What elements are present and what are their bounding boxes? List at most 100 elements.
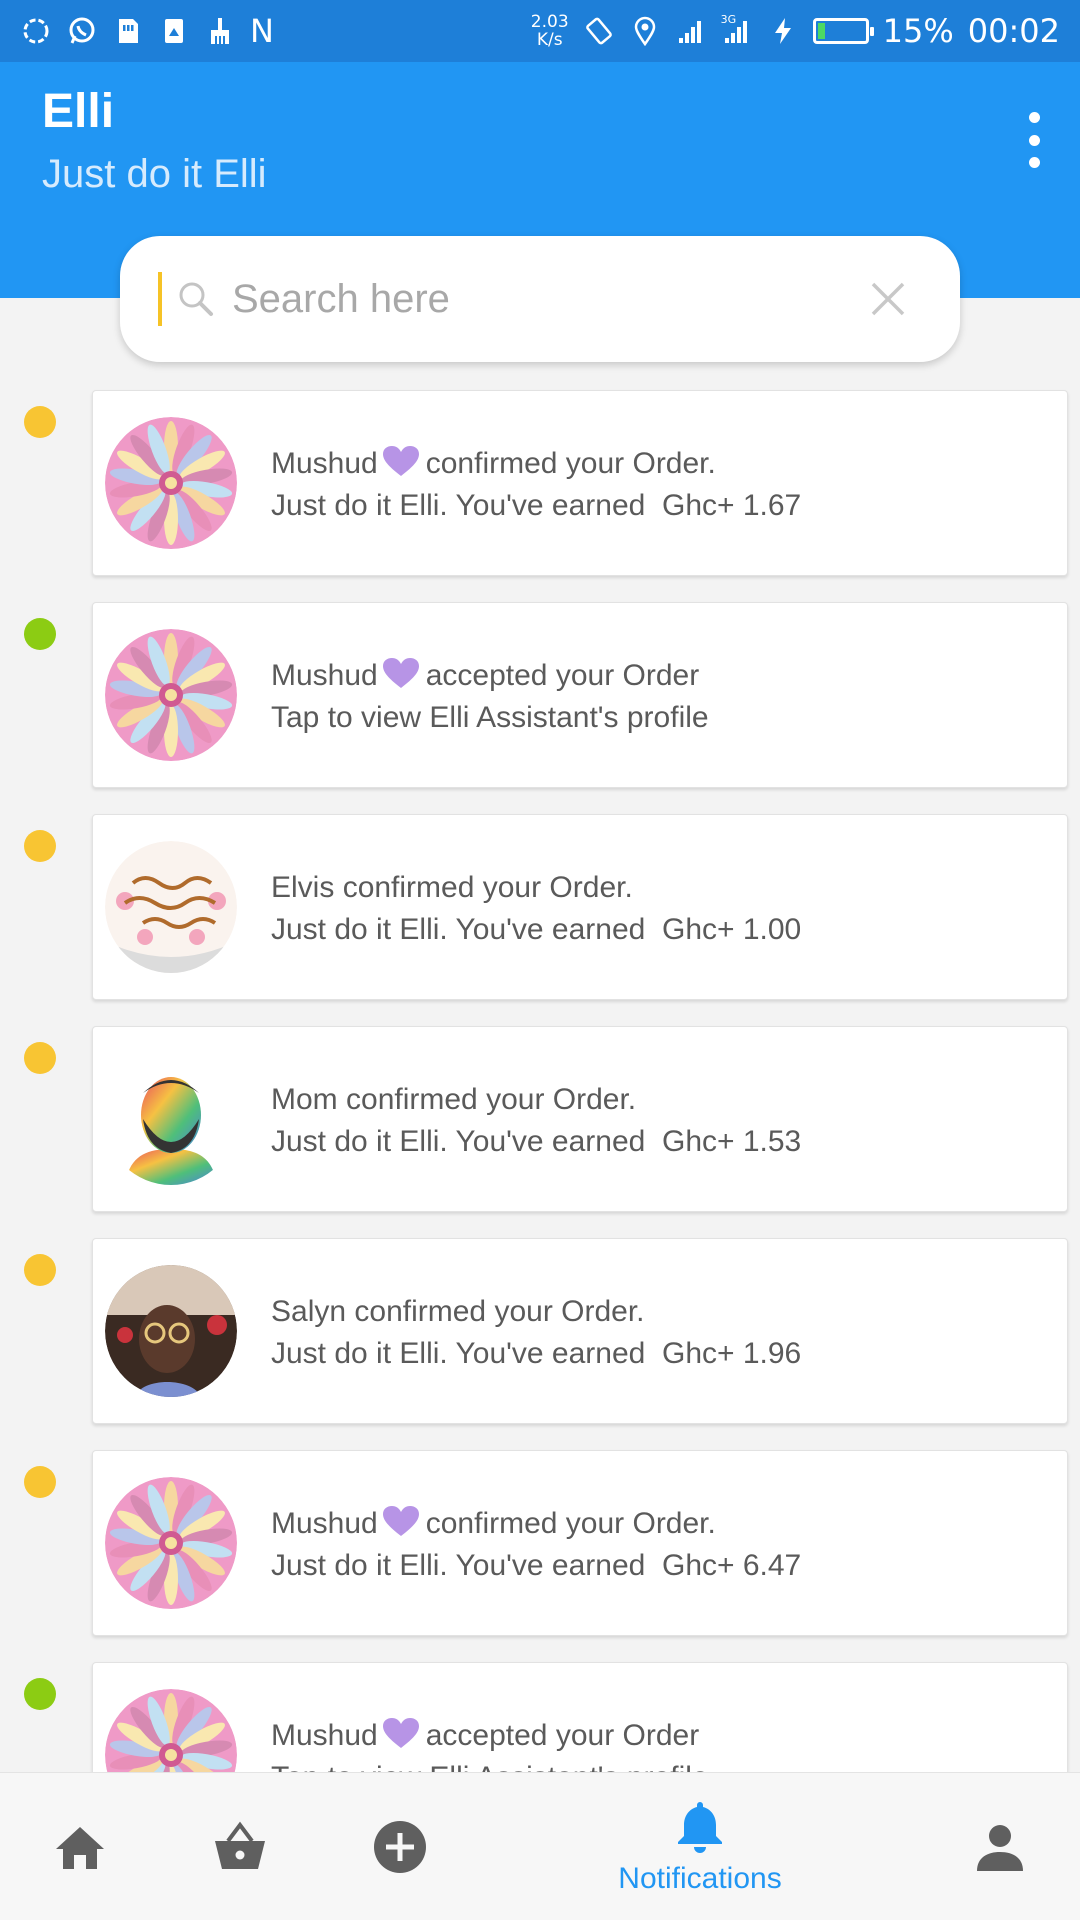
- list-item: Mushud accepted your Order Tap to view Ell…: [0, 1650, 1080, 1772]
- notification-text: Mushud accepted your Order Tap to view Ell…: [271, 655, 709, 739]
- notification-action: confirmed your Order.: [354, 1295, 645, 1328]
- nav-add[interactable]: [360, 1773, 440, 1920]
- list-item: Salyn confirmed your Order. Just do it El…: [0, 1226, 1080, 1424]
- nav-notifications[interactable]: Notifications: [590, 1773, 810, 1920]
- notification-card[interactable]: Mushud accepted your Order Tap to view Ell…: [92, 602, 1068, 788]
- notification-line1: Salyn confirmed your Order.: [271, 1291, 801, 1333]
- add-circle-icon: [374, 1821, 426, 1873]
- app-title: Elli: [42, 85, 115, 138]
- nav-profile[interactable]: [960, 1773, 1040, 1920]
- nav-notifications-label: Notifications: [618, 1862, 782, 1895]
- more-vert-dot: [1028, 134, 1040, 146]
- n-icon: N: [250, 12, 274, 50]
- status-dot: [24, 618, 56, 650]
- avatar: [105, 1053, 237, 1185]
- notification-action: confirmed your Order.: [342, 871, 633, 904]
- notification-text: Mom confirmed your Order. Just do it Elli…: [271, 1079, 801, 1163]
- broom-icon: [204, 15, 236, 47]
- overflow-menu-button[interactable]: [1022, 112, 1046, 168]
- app-subtitle: Just do it Elli: [42, 152, 267, 196]
- close-icon[interactable]: [868, 279, 908, 319]
- notification-action: confirmed your Order.: [425, 447, 716, 480]
- avatar: [105, 841, 237, 973]
- notification-line2: Tap to view Elli Assistant's profile: [271, 1757, 709, 1772]
- sender-name: Elvis: [271, 871, 335, 904]
- heart-icon: [382, 1505, 420, 1537]
- battery-fill: [817, 23, 825, 39]
- sender-name: Mushud: [271, 1507, 378, 1540]
- status-dot: [24, 1466, 56, 1498]
- notification-action: confirmed your Order.: [346, 1083, 637, 1116]
- whatsapp-icon: [66, 15, 98, 47]
- notification-card[interactable]: Elvis confirmed your Order. Just do it El…: [92, 814, 1068, 1000]
- sim-icon: [112, 15, 144, 47]
- notification-text: Salyn confirmed your Order. Just do it El…: [271, 1291, 801, 1375]
- notification-line2: Just do it Elli. You've earned Ghc+ 1.00: [271, 913, 802, 946]
- speed-value: 2.03: [530, 12, 569, 32]
- status-dot: [24, 1254, 56, 1286]
- notification-line2: Just do it Elli. You've earned Ghc+ 1.53: [271, 1125, 802, 1158]
- charging-icon: [767, 15, 799, 47]
- basket-icon: [215, 1821, 265, 1869]
- notification-line2: Just do it Elli. You've earned Ghc+ 1.67: [271, 489, 802, 522]
- list-item: Elvis confirmed your Order. Just do it El…: [0, 802, 1080, 1000]
- search-bar[interactable]: [120, 236, 960, 362]
- heart-icon: [382, 445, 420, 477]
- search-icon: [179, 282, 213, 316]
- notification-line2: Just do it Elli. You've earned Ghc+ 6.47: [271, 1549, 802, 1582]
- avatar: [105, 1477, 237, 1609]
- storage-icon: [158, 15, 190, 47]
- sync-icon: [20, 15, 52, 47]
- text-cursor: [158, 272, 162, 326]
- more-vert-dot: [1028, 157, 1040, 168]
- notification-text: Elvis confirmed your Order. Just do it El…: [271, 867, 801, 951]
- nav-basket[interactable]: [200, 1773, 280, 1920]
- notification-line2: Tap to view Elli Assistant's profile: [271, 701, 709, 734]
- notification-card[interactable]: Mushud confirmed your Order. Just do it El…: [92, 1450, 1068, 1636]
- battery-percent: 15%: [882, 12, 954, 50]
- bell-icon: [678, 1802, 722, 1853]
- more-vert-icon: [1028, 112, 1040, 123]
- notification-action: confirmed your Order.: [425, 1507, 716, 1540]
- avatar: [105, 629, 237, 761]
- notification-line1: Mushud accepted your Order: [271, 655, 709, 697]
- avatar: [105, 417, 237, 549]
- person-icon: [977, 1825, 1023, 1871]
- status-dot: [24, 1678, 56, 1710]
- notification-card[interactable]: Salyn confirmed your Order. Just do it El…: [92, 1238, 1068, 1424]
- avatar: [105, 1265, 237, 1397]
- search-input[interactable]: [232, 276, 868, 322]
- status-bar: N 2.03 K/s 3G 15% 00:02: [0, 0, 1080, 62]
- network-speed: 2.03 K/s: [531, 13, 569, 49]
- notification-line2: Just do it Elli. You've earned Ghc+ 1.96: [271, 1337, 802, 1370]
- notification-text: Mushud confirmed your Order. Just do it El…: [271, 443, 801, 527]
- bottom-navigation: Notifications: [0, 1772, 1080, 1920]
- network-type: 3G: [720, 13, 737, 26]
- nav-home[interactable]: [40, 1773, 120, 1920]
- signal-icon: [675, 15, 707, 47]
- list-item: Mushud confirmed your Order. Just do it El…: [0, 378, 1080, 576]
- list-item: Mushud accepted your Order Tap to view Ell…: [0, 590, 1080, 788]
- status-left: N: [20, 12, 274, 50]
- notification-text: Mushud accepted your Order Tap to view Ell…: [271, 1715, 709, 1772]
- notification-line1: Mushud confirmed your Order.: [271, 1503, 801, 1545]
- status-dot: [24, 830, 56, 862]
- sender-name: Mushud: [271, 447, 378, 480]
- status-dot: [24, 1042, 56, 1074]
- rotate-icon: [583, 15, 615, 47]
- notification-card[interactable]: Mushud accepted your Order Tap to view Ell…: [92, 1662, 1068, 1772]
- list-item: Mushud confirmed your Order. Just do it El…: [0, 1438, 1080, 1636]
- sender-name: Mushud: [271, 659, 378, 692]
- clock: 00:02: [967, 12, 1060, 50]
- notification-card[interactable]: Mom confirmed your Order. Just do it Elli…: [92, 1026, 1068, 1212]
- notification-card[interactable]: Mushud confirmed your Order. Just do it El…: [92, 390, 1068, 576]
- notification-list[interactable]: Mushud confirmed your Order. Just do it El…: [0, 378, 1080, 1772]
- notification-text: Mushud confirmed your Order. Just do it El…: [271, 1503, 801, 1587]
- heart-icon: [382, 1717, 420, 1749]
- sender-name: Mushud: [271, 1719, 378, 1752]
- avatar: [105, 1689, 237, 1772]
- home-icon: [56, 1827, 104, 1869]
- notification-line1: Elvis confirmed your Order.: [271, 867, 801, 909]
- notification-line1: Mushud accepted your Order: [271, 1715, 709, 1757]
- sender-name: Salyn: [271, 1295, 347, 1328]
